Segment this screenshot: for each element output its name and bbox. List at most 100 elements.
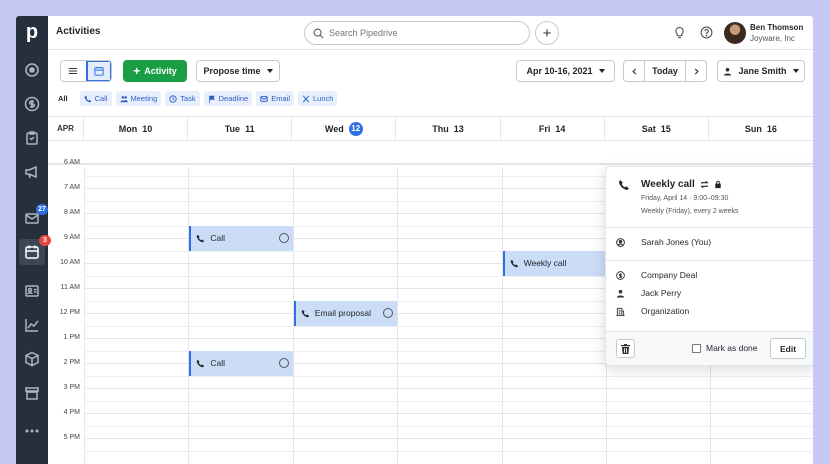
user-company: Joyware, Inc [750, 34, 795, 43]
chevron-left-icon [631, 67, 636, 75]
activity-type-filters: All Call Meeting Task Deadline Email Lun… [58, 91, 338, 106]
time-label: 9 AM [64, 234, 80, 241]
flag-icon [208, 95, 215, 103]
day-number: 10 [142, 123, 153, 134]
help-icon[interactable] [699, 25, 714, 40]
dollar-icon[interactable] [22, 94, 42, 114]
calendar-event[interactable]: Call [189, 350, 293, 376]
filter-task-label: Task [180, 94, 196, 103]
calendar-view-button[interactable] [85, 61, 111, 81]
search-box[interactable] [304, 21, 530, 45]
day-name: Wed [324, 123, 344, 134]
popup-deal-row[interactable]: Company Deal [616, 270, 697, 280]
calendar-icon[interactable]: 3 [19, 235, 51, 265]
delete-button[interactable] [616, 339, 635, 358]
pipedrive-logo[interactable]: p [20, 20, 44, 44]
search-input[interactable] [329, 28, 509, 38]
filter-call[interactable]: Call [79, 91, 112, 106]
toolbar: + Activity Propose time Apr 10-16, 2021 … [48, 51, 813, 116]
filter-email-label: Email [271, 94, 290, 103]
activity-popup: Weekly call Friday, April 14 · 9:00–09:3… [605, 166, 813, 366]
day-column-divider [84, 167, 85, 464]
clock-icon [169, 94, 177, 103]
edit-button[interactable]: Edit [770, 338, 806, 359]
calendar-event[interactable]: Email proposal [293, 300, 398, 326]
calendar-event[interactable]: Weekly call [502, 250, 606, 276]
dollar-icon [616, 270, 625, 280]
phone-icon [196, 234, 205, 243]
day-header-thu[interactable]: Thu 13 [396, 117, 501, 140]
today-button[interactable]: Today [644, 61, 686, 81]
target-icon[interactable] [22, 60, 42, 80]
time-label: 8 AM [64, 209, 80, 216]
calendar-header: APR Mon 10 Tue 11 Wed 12 Thu 13 Fri 14 Sat 15 … [48, 116, 813, 141]
main-area: Activities + Ben Thomson Joyware, Inc [48, 16, 813, 464]
filter-lunch[interactable]: Lunch [298, 91, 338, 106]
more-icon[interactable] [22, 421, 42, 441]
day-header-fri[interactable]: Fri 14 [501, 117, 605, 140]
popup-footer: Mark as done Edit [606, 331, 813, 365]
day-header-sun[interactable]: Sun 16 [709, 117, 813, 140]
contacts-icon[interactable] [22, 281, 42, 301]
mark-done-circle[interactable] [278, 232, 289, 243]
filter-deadline[interactable]: Deadline [203, 91, 253, 106]
owner-filter[interactable]: Jane Smith [717, 60, 805, 82]
calendar-view-icon [94, 66, 104, 76]
day-column-divider [188, 167, 190, 464]
event-label: Call [210, 233, 226, 243]
owner-icon [724, 67, 732, 76]
add-activity-button[interactable]: + Activity [123, 60, 187, 82]
app-window: p 27 3 Activities Search Pipedrive + Ben… [16, 16, 813, 464]
day-header-mon[interactable]: Mon 10 [84, 117, 189, 140]
previous-week-button[interactable] [624, 61, 644, 81]
add-activity-label: Activity [144, 66, 177, 76]
people-icon [119, 95, 128, 102]
day-name: Thu [432, 123, 449, 134]
day-header-wed[interactable]: Wed 12 [292, 117, 397, 140]
time-label: 12 PM [59, 309, 80, 316]
day-number: 15 [660, 123, 671, 134]
avatar[interactable] [724, 22, 746, 44]
megaphone-icon[interactable] [22, 162, 42, 182]
list-icon [69, 67, 78, 75]
day-column-divider [501, 167, 503, 464]
time-label: 11 AM [60, 284, 80, 291]
mark-done-circle[interactable] [278, 357, 289, 368]
filter-deadline-label: Deadline [218, 94, 249, 103]
list-view-button[interactable] [61, 61, 86, 81]
chart-icon[interactable] [22, 315, 42, 335]
filter-meeting[interactable]: Meeting [115, 91, 162, 106]
clipboard-icon[interactable] [22, 128, 42, 148]
calendar-event[interactable]: Call [189, 225, 293, 251]
propose-time-button[interactable]: Propose time [196, 60, 280, 82]
search-icon [313, 28, 324, 39]
filter-task[interactable]: Task [165, 91, 200, 106]
date-range-picker[interactable]: Apr 10-16, 2021 [516, 60, 615, 82]
store-icon[interactable] [22, 383, 42, 403]
day-header-tue[interactable]: Tue 11 [188, 117, 293, 140]
half-hour-line [84, 425, 813, 427]
mail-icon[interactable]: 27 [22, 204, 48, 228]
popup-attendee-row[interactable]: Sarah Jones (You) [616, 237, 711, 247]
box-icon[interactable] [22, 349, 42, 369]
popup-person-row[interactable]: Jack Perry [616, 288, 681, 298]
mark-as-done[interactable]: Mark as done [692, 343, 758, 353]
filter-email[interactable]: Email [256, 91, 294, 106]
time-label: 4 PM [63, 409, 80, 416]
all-day-row[interactable] [48, 141, 813, 165]
popup-organization-row[interactable]: Organization [616, 306, 689, 316]
filter-all[interactable]: All [58, 91, 76, 106]
quick-add-button[interactable]: + [535, 21, 559, 45]
time-label: 2 PM [63, 359, 80, 366]
mark-done-checkbox[interactable] [692, 343, 701, 353]
day-header-sat[interactable]: Sat 15 [605, 117, 709, 140]
chevron-down-icon [792, 69, 799, 73]
mark-done-label: Mark as done [706, 343, 758, 353]
date-range-label: Apr 10-16, 2021 [526, 66, 593, 76]
lightbulb-icon[interactable] [672, 25, 687, 40]
next-week-button[interactable] [686, 61, 706, 81]
hour-line [84, 388, 813, 389]
day-name: Sat [641, 123, 656, 134]
mark-done-circle[interactable] [383, 307, 394, 318]
day-name: Sun [744, 123, 762, 134]
